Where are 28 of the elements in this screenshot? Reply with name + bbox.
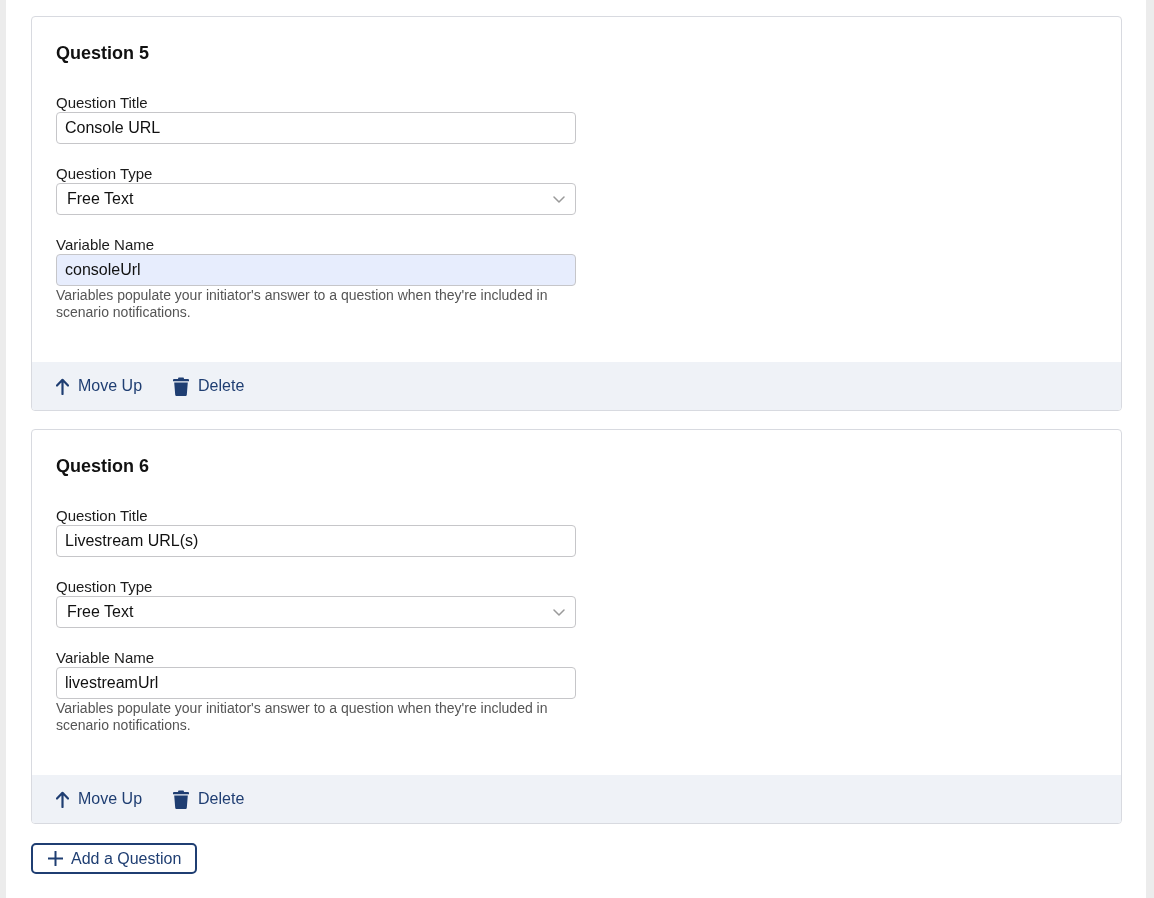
field-label: Question Title [56,94,148,112]
chevron-down-icon [553,608,565,616]
trash-icon [173,376,190,396]
field-label: Variable Name [56,649,155,667]
chevron-down-icon [553,195,565,203]
move-up-button[interactable]: Move Up [56,790,143,808]
help-text: Variables populate your initiator's answer to a question when they're included in scenario notifications. [56,700,549,734]
trash-icon [173,789,190,809]
field-label: Question Type [56,578,153,596]
field-label: Question Title [56,507,148,525]
plus-icon [48,851,63,866]
move-up-button[interactable]: Move Up [56,377,143,395]
delete-button[interactable]: Delete [173,789,245,809]
arrow-up-icon [56,790,69,808]
text-field[interactable]: consoleUrl [56,254,576,286]
text-field[interactable]: Livestream URL(s) [56,525,576,557]
field-label: Variable Name [56,236,155,254]
question-heading: Question 5 [56,42,149,64]
dropdown[interactable]: Free Text [56,596,576,628]
delete-button[interactable]: Delete [173,376,245,396]
text-field[interactable]: Console URL [56,112,576,144]
dropdown[interactable]: Free Text [56,183,576,215]
arrow-up-icon [56,377,69,395]
question-heading: Question 6 [56,455,149,477]
add-question-button[interactable]: Add a Question [31,843,198,874]
field-label: Question Type [56,165,153,183]
help-text: Variables populate your initiator's answer to a question when they're included in scenario notifications. [56,287,549,321]
text-field[interactable]: livestreamUrl [56,667,576,699]
